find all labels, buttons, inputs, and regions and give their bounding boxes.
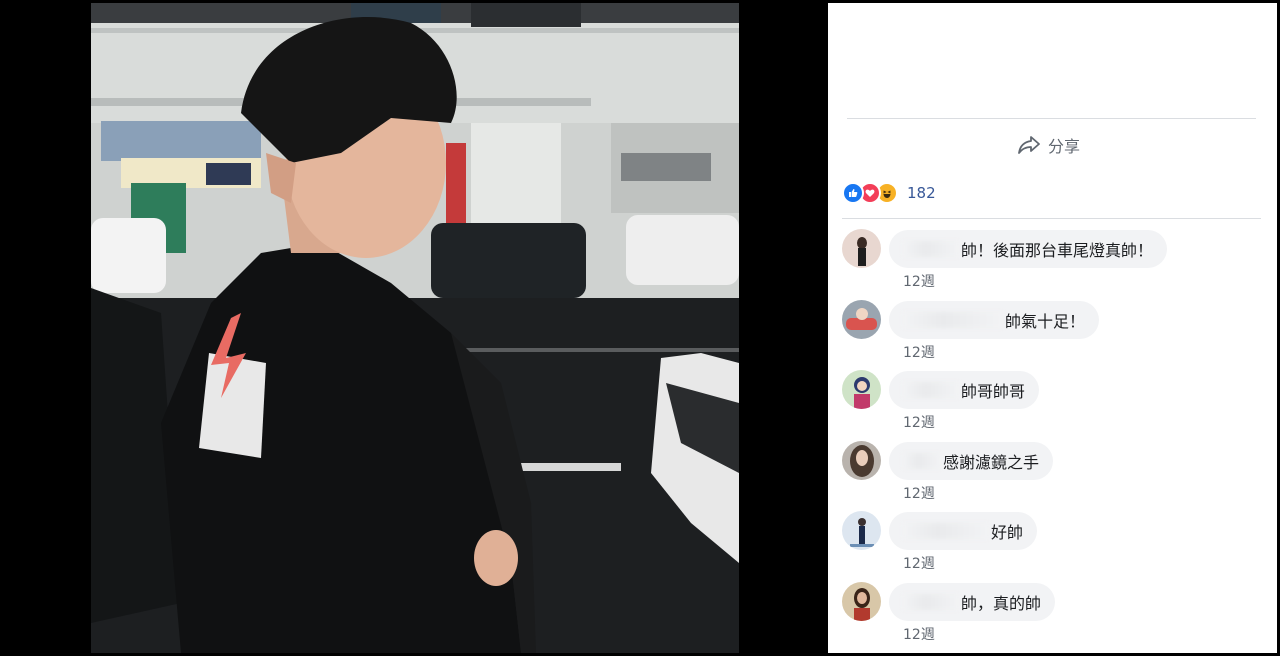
comment-text: 帥！後面那台車尾燈真帥！ xyxy=(961,241,1154,260)
comment-timestamp[interactable]: 12週 xyxy=(903,553,935,573)
like-icon xyxy=(842,182,864,204)
comment-timestamp[interactable]: 12週 xyxy=(903,624,935,644)
comment-timestamp[interactable]: 12週 xyxy=(903,483,935,503)
share-label: 分享 xyxy=(1048,137,1081,156)
post-photo[interactable] xyxy=(91,3,739,653)
comment-timestamp[interactable]: 12週 xyxy=(903,412,935,432)
comment-timestamp[interactable]: 12週 xyxy=(903,271,935,291)
comment-text: 感謝濾鏡之手 xyxy=(943,452,1040,472)
comment: 帥哥帥哥 12週 xyxy=(842,370,1262,441)
comment-bubble: 感謝濾鏡之手 xyxy=(889,441,1054,480)
comment-bubble: 帥哥帥哥 xyxy=(889,371,1040,410)
commenter-name-redacted[interactable] xyxy=(903,593,959,610)
reaction-count: 182 xyxy=(907,184,936,202)
comment-list: 帥！後面那台車尾燈真帥！ 12週 帥氣十足！ 12週 帥哥帥哥 12週 感謝濾鏡… xyxy=(842,229,1262,653)
divider xyxy=(842,218,1261,219)
comment: 感謝濾鏡之手 12週 xyxy=(842,440,1262,512)
comment-timestamp[interactable]: 12週 xyxy=(903,342,935,362)
commenter-name-redacted[interactable] xyxy=(903,382,959,399)
avatar[interactable] xyxy=(842,229,881,268)
comment: 帥氣十足！ 12週 xyxy=(842,299,1262,371)
comment-bubble: 帥，真的帥 xyxy=(889,582,1056,621)
photo-illustration xyxy=(91,3,739,653)
comment: 帥！後面那台車尾燈真帥！ 12週 xyxy=(842,229,1262,300)
side-panel: 分享 182 帥！後面那台車尾燈真帥！ 12週 帥氣十足！ 12週 帥哥帥哥 1… xyxy=(828,3,1277,653)
avatar[interactable] xyxy=(842,440,881,480)
comment-bubble: 好帥 xyxy=(889,512,1038,551)
comment-text: 好帥 xyxy=(991,523,1024,543)
comment-text: 帥哥帥哥 xyxy=(961,382,1026,402)
avatar[interactable] xyxy=(842,511,881,551)
photo-viewer xyxy=(0,0,828,656)
divider xyxy=(847,118,1256,119)
comment-bubble: 帥！後面那台車尾燈真帥！ xyxy=(889,230,1168,268)
avatar[interactable] xyxy=(842,581,881,621)
comment-bubble: 帥氣十足！ xyxy=(889,300,1100,339)
avatar[interactable] xyxy=(842,299,881,339)
comment-text: 帥氣十足！ xyxy=(1005,311,1086,331)
commenter-name-redacted[interactable] xyxy=(903,241,959,257)
comment: 好帥 12週 xyxy=(842,511,1262,582)
commenter-name-redacted[interactable] xyxy=(903,523,989,540)
comment-text: 帥，真的帥 xyxy=(961,593,1042,613)
commenter-name-redacted[interactable] xyxy=(903,311,1003,328)
reactions-summary[interactable]: 182 xyxy=(842,181,936,205)
share-icon xyxy=(1018,136,1040,154)
share-button[interactable]: 分享 xyxy=(1018,131,1080,159)
avatar[interactable] xyxy=(842,370,881,410)
commenter-name-redacted[interactable] xyxy=(903,452,941,469)
comment: 帥，真的帥 12週 xyxy=(842,581,1262,653)
